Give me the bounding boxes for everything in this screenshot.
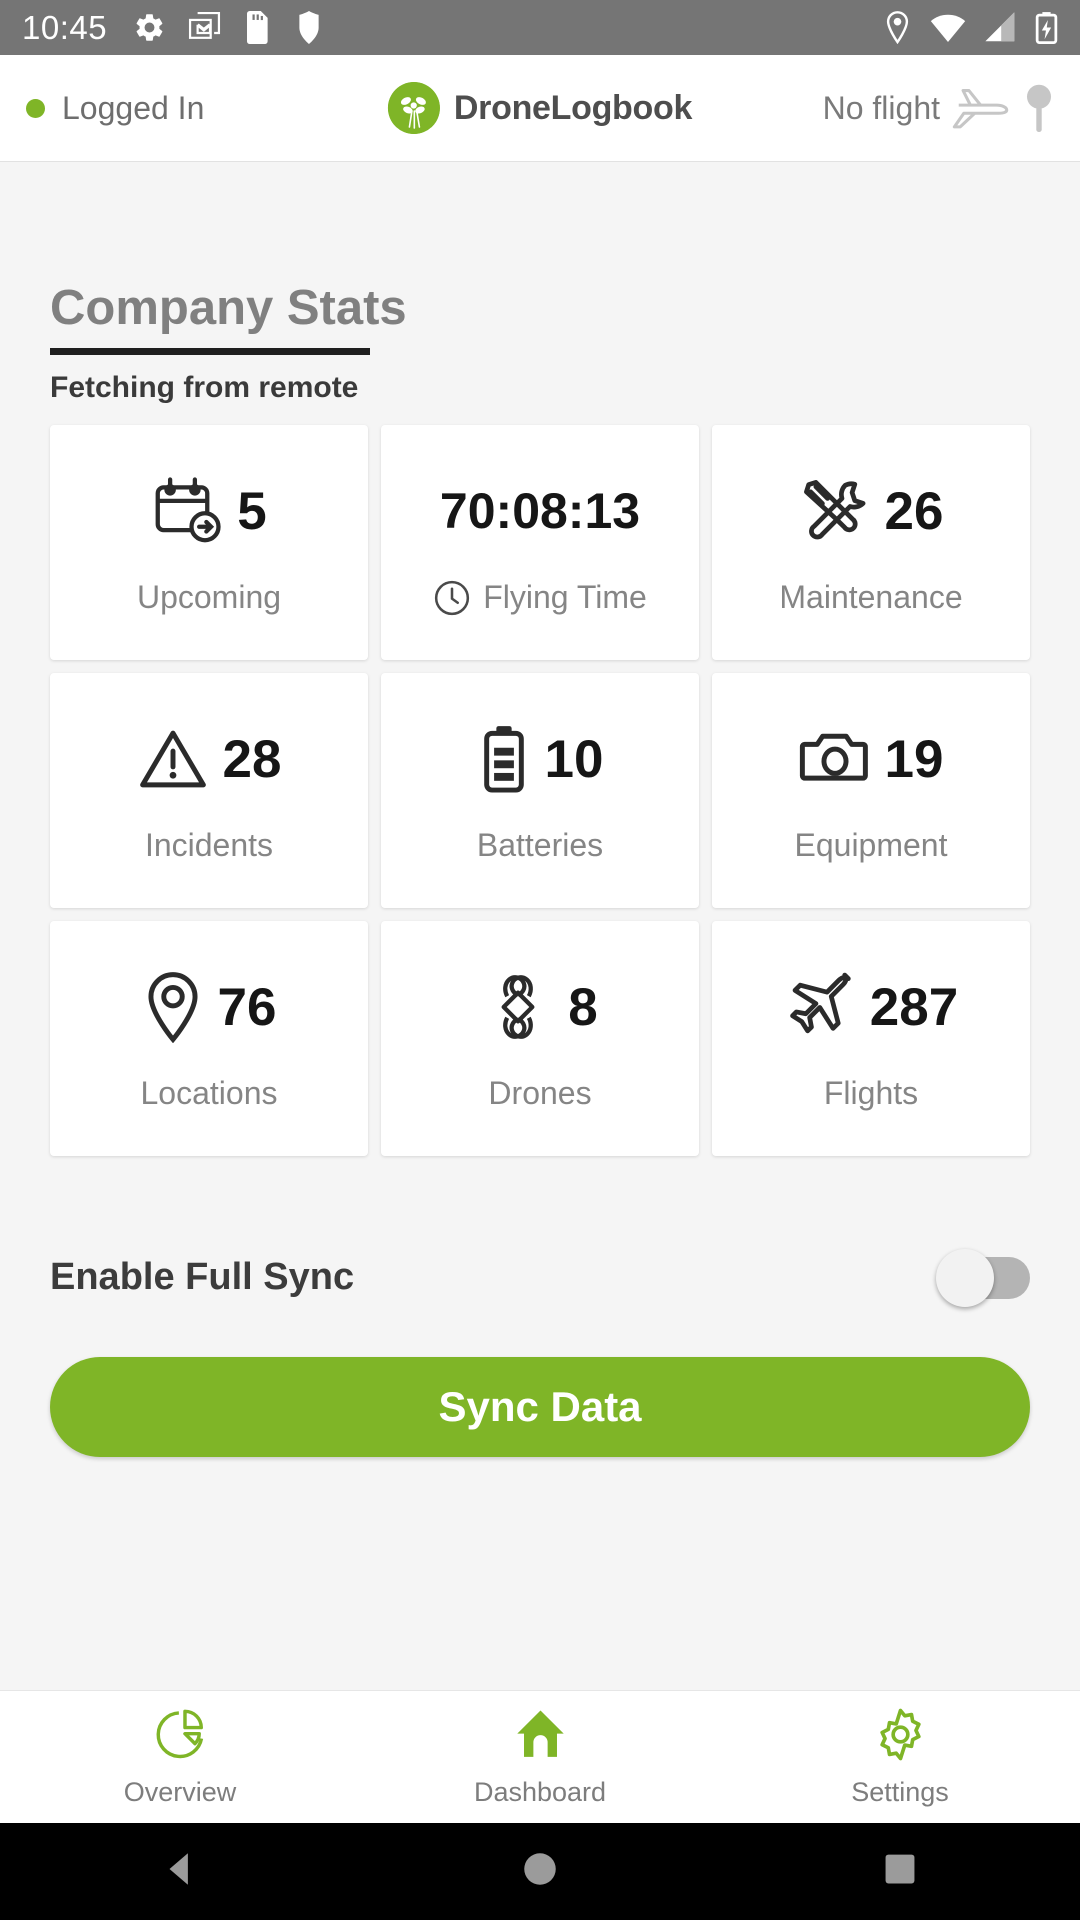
stat-label: Batteries	[476, 827, 604, 863]
sd-card-icon	[247, 11, 268, 44]
clock-icon	[435, 580, 470, 615]
flight-pin-icon	[1027, 84, 1051, 132]
stat-card-batteries[interactable]: 10 Batteries	[381, 673, 699, 908]
bottom-tab-bar: Overview Dashboard Settings	[0, 1690, 1080, 1823]
stat-label: Upcoming	[136, 579, 282, 615]
stat-label: Flights	[823, 1075, 919, 1111]
brand: DroneLogbook	[387, 82, 693, 134]
battery-icon	[483, 726, 524, 793]
stat-value: 26	[884, 481, 944, 541]
map-pin-icon	[147, 972, 198, 1043]
app-root: 10:45 Logged In DroneLogbook No flight C…	[0, 0, 1080, 1920]
tab-label: Dashboard	[473, 1777, 607, 1807]
stat-value: 70:08:13	[439, 482, 641, 539]
company-stats-grid: 5 Upcoming 70:08:13 Flying Time 26 Maint…	[50, 425, 1030, 1156]
sync-data-button[interactable]: Sync Data	[50, 1357, 1030, 1457]
stat-value: 5	[237, 481, 267, 541]
title-underline	[50, 348, 370, 355]
stat-card-maintenance[interactable]: 26 Maintenance	[712, 425, 1030, 660]
login-status[interactable]: Logged In	[26, 90, 204, 127]
quadcopter-icon	[501, 975, 535, 1039]
calendar-upcoming-icon	[155, 477, 221, 543]
airplane-icon	[789, 972, 851, 1034]
gear-icon	[879, 1708, 921, 1761]
stat-label: Drones	[488, 1075, 592, 1111]
tab-label: Overview	[123, 1777, 237, 1807]
flight-status-label: No flight	[822, 89, 940, 126]
back-triangle-icon[interactable]	[159, 1848, 201, 1895]
status-bar-system-icons	[883, 11, 1058, 44]
main-content: Company Stats Fetching from remote 5 Upc…	[0, 162, 1080, 1690]
android-status-bar: 10:45	[0, 0, 1080, 55]
stat-card-upcoming[interactable]: 5 Upcoming	[50, 425, 368, 660]
gear-icon	[136, 14, 163, 41]
stat-value: 76	[217, 977, 277, 1037]
stat-value: 10	[544, 729, 604, 789]
stat-card-equipment[interactable]: 19 Equipment	[712, 673, 1030, 908]
gmail-icon	[189, 11, 221, 39]
tools-icon	[803, 480, 866, 540]
stat-label: Maintenance	[779, 579, 963, 615]
stat-label: Equipment	[794, 827, 948, 863]
battery-charging-icon	[1035, 12, 1058, 44]
page-title: Company Stats	[50, 281, 407, 335]
tab-settings[interactable]: Settings	[720, 1706, 1080, 1808]
full-sync-toggle[interactable]	[936, 1248, 1030, 1307]
stat-value: 28	[222, 729, 282, 789]
full-sync-row: Enable Full Sync	[50, 1248, 1030, 1307]
airplane-takeoff-icon	[952, 89, 1009, 129]
flight-status[interactable]: No flight	[823, 82, 1054, 134]
warning-triangle-icon	[139, 730, 206, 788]
stat-label: Locations	[140, 1075, 278, 1111]
tab-overview[interactable]: Overview	[0, 1706, 360, 1808]
stat-value: 8	[568, 977, 598, 1037]
home-circle-icon[interactable]	[519, 1848, 561, 1895]
app-header: Logged In DroneLogbook No flight	[0, 55, 1080, 162]
login-status-label: Logged In	[62, 89, 205, 126]
brand-title: DroneLogbook	[453, 88, 693, 127]
fetch-status-text: Fetching from remote	[50, 371, 359, 404]
tab-dashboard[interactable]: Dashboard	[360, 1706, 720, 1808]
tab-label: Settings	[851, 1777, 949, 1807]
stat-card-drones[interactable]: 8 Drones	[381, 921, 699, 1156]
shield-icon	[299, 11, 319, 44]
stat-value: 19	[884, 729, 944, 789]
cellular-signal-icon	[985, 12, 1015, 42]
stat-card-incidents[interactable]: 28 Incidents	[50, 673, 368, 908]
online-status-dot	[26, 98, 45, 118]
wifi-icon	[930, 14, 966, 43]
location-icon	[886, 11, 909, 44]
stat-value: 287	[869, 977, 959, 1037]
dronelogbook-logo-icon	[387, 82, 440, 134]
recents-square-icon[interactable]	[879, 1848, 921, 1895]
toggle-thumb	[936, 1248, 994, 1307]
camera-icon	[799, 733, 868, 781]
android-nav-bar	[0, 1823, 1080, 1920]
stat-label: Flying Time	[483, 579, 647, 615]
stat-card-flights[interactable]: 287 Flights	[712, 921, 1030, 1156]
status-bar-notification-icons	[133, 11, 323, 44]
stat-label: Incidents	[144, 827, 274, 863]
home-icon	[516, 1710, 564, 1757]
full-sync-label: Enable Full Sync	[50, 1256, 355, 1298]
pie-chart-icon	[156, 1709, 203, 1759]
stat-card-locations[interactable]: 76 Locations	[50, 921, 368, 1156]
status-bar-clock: 10:45	[22, 8, 108, 46]
stat-card-flying-time[interactable]: 70:08:13 Flying Time	[381, 425, 699, 660]
